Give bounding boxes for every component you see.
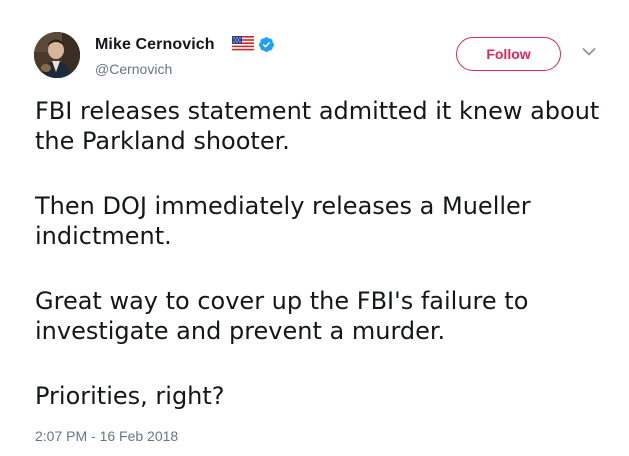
chevron-down-icon[interactable] [582,47,596,57]
tweet-paragraph: Priorities, right? [35,382,225,410]
tweet-timestamp[interactable]: 2:07 PM - 16 Feb 2018 [35,428,178,444]
avatar-image [34,32,80,78]
tweet-paragraph: FBI releases statement admitted it knew … [35,97,600,155]
tweet-paragraph: Then DOJ immediately releases a Mueller … [35,192,531,250]
tweet-card: Mike Cernovich @Cernovich Follow FBI rel… [0,0,629,456]
display-name[interactable]: Mike Cernovich [95,36,215,54]
follow-button[interactable]: Follow [456,37,561,71]
tweet-text: FBI releases statement admitted it knew … [35,96,605,411]
tweet-paragraph: Great way to cover up the FBI's failure … [35,287,529,345]
username-handle[interactable]: @Cernovich [95,61,172,77]
us-flag-icon [232,36,254,51]
verified-badge-icon [259,37,274,52]
avatar[interactable] [34,32,80,78]
